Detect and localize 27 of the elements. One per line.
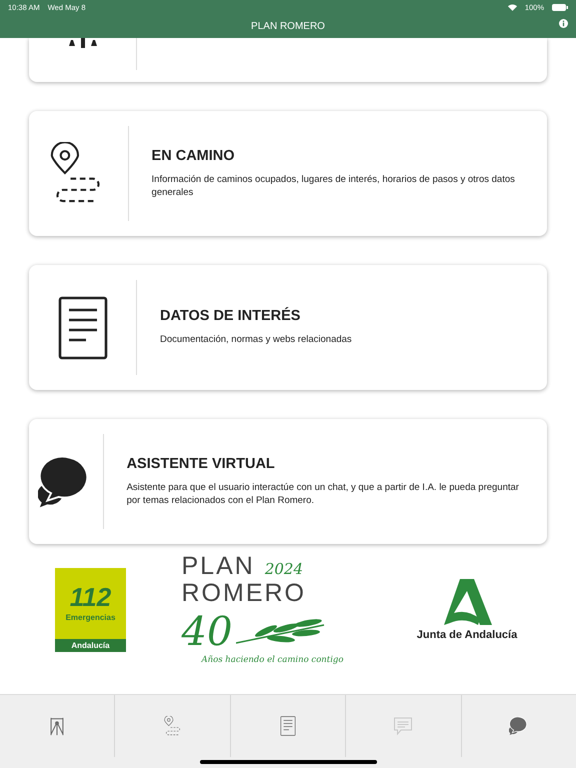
stand-icon <box>68 38 98 48</box>
map-pin-route-icon[interactable] <box>162 716 183 736</box>
menu-card[interactable]: EN CAMINO Información de caminos ocupados, lugares de interés, horarios de pasos y otros datos generales <box>29 111 547 236</box>
info-icon[interactable] <box>559 19 568 28</box>
card-description: Información de caminos ocupados, lugares de interés, horarios de pasos y otros datos generales <box>152 172 516 200</box>
logo-motto: Años haciendo el camino contigo <box>202 655 344 665</box>
menu-card[interactable]: ASISTENTE VIRTUAL Asistente para que el usuario interactúe con un chat, y que a partir de I.A. le pueda preguntar por temas relacionados con el Plan Romero. <box>29 419 547 544</box>
nav-title: PLAN ROMERO <box>251 20 325 32</box>
logo-name: Junta de Andalucía <box>416 628 518 640</box>
logo-text: ROMERO <box>182 581 306 605</box>
logo-label: Emergencias <box>66 612 116 622</box>
card-description: Asistente para que el usuario interactúe con un chat, y que a partir de I.A. le pueda preguntar por temas relacionados con el Plan Romero. <box>126 480 520 508</box>
anniversary-number: 40 <box>182 609 232 655</box>
battery-icon <box>552 4 568 10</box>
logo-region: Andalucía <box>55 638 126 652</box>
logo-number: 112 <box>70 582 112 612</box>
card-title: EN CAMINO <box>152 148 236 164</box>
chat-bubbles-icon[interactable] <box>508 716 529 736</box>
menu-card[interactable]: DATOS DE INTERÉS Documentación, normas y webs relacionadas <box>29 265 547 390</box>
logo-text: PLAN <box>182 554 255 578</box>
card-description: Documentación, normas y webs relacionadas <box>160 333 352 347</box>
wifi-icon <box>508 4 517 10</box>
letter-a-logo-icon <box>442 578 492 624</box>
card-title: ASISTENTE VIRTUAL <box>126 456 276 472</box>
card-title: DATOS DE INTERÉS <box>160 308 302 324</box>
document-icon[interactable] <box>278 716 298 736</box>
logo-year: 2024 <box>264 559 303 580</box>
